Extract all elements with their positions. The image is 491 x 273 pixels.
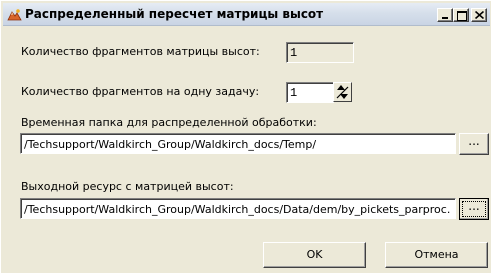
fragments-per-task-input[interactable]: 1 bbox=[286, 82, 334, 103]
temp-folder-input[interactable]: /Techsupport/Waldkirch_Group/Waldkirch_d… bbox=[20, 133, 456, 154]
close-icon bbox=[475, 11, 484, 19]
fragments-count-field: 1 bbox=[286, 42, 354, 63]
output-resource-input[interactable]: /Techsupport/Waldkirch_Group/Waldkirch_d… bbox=[20, 198, 456, 219]
output-resource-browse-button[interactable]: ... bbox=[459, 198, 489, 220]
cancel-button[interactable]: Отмена bbox=[385, 242, 488, 268]
output-resource-label: Выходной ресурс с матрицей высот: bbox=[21, 180, 234, 193]
minimize-button[interactable] bbox=[437, 8, 453, 22]
window-title: Распределенный пересчет матрицы высот bbox=[25, 7, 324, 21]
fragments-per-task-spinner[interactable] bbox=[333, 82, 352, 102]
title-bar[interactable]: Распределенный пересчет матрицы высот bbox=[3, 3, 490, 26]
spin-arrows-icon bbox=[336, 85, 349, 99]
dialog-window: Распределенный пересчет матрицы высот Ко… bbox=[0, 0, 491, 273]
fragments-count-label: Количество фрагментов матрицы высот: bbox=[21, 45, 260, 58]
app-icon bbox=[7, 8, 22, 22]
temp-folder-browse-button[interactable]: ... bbox=[459, 133, 489, 155]
maximize-button[interactable] bbox=[453, 8, 469, 22]
ok-button[interactable]: OK bbox=[263, 242, 366, 268]
temp-folder-label: Временная папка для распределенной обраб… bbox=[21, 116, 317, 129]
close-button[interactable] bbox=[471, 8, 487, 22]
fragments-per-task-label: Количество фрагментов на одну задачу: bbox=[21, 85, 260, 98]
